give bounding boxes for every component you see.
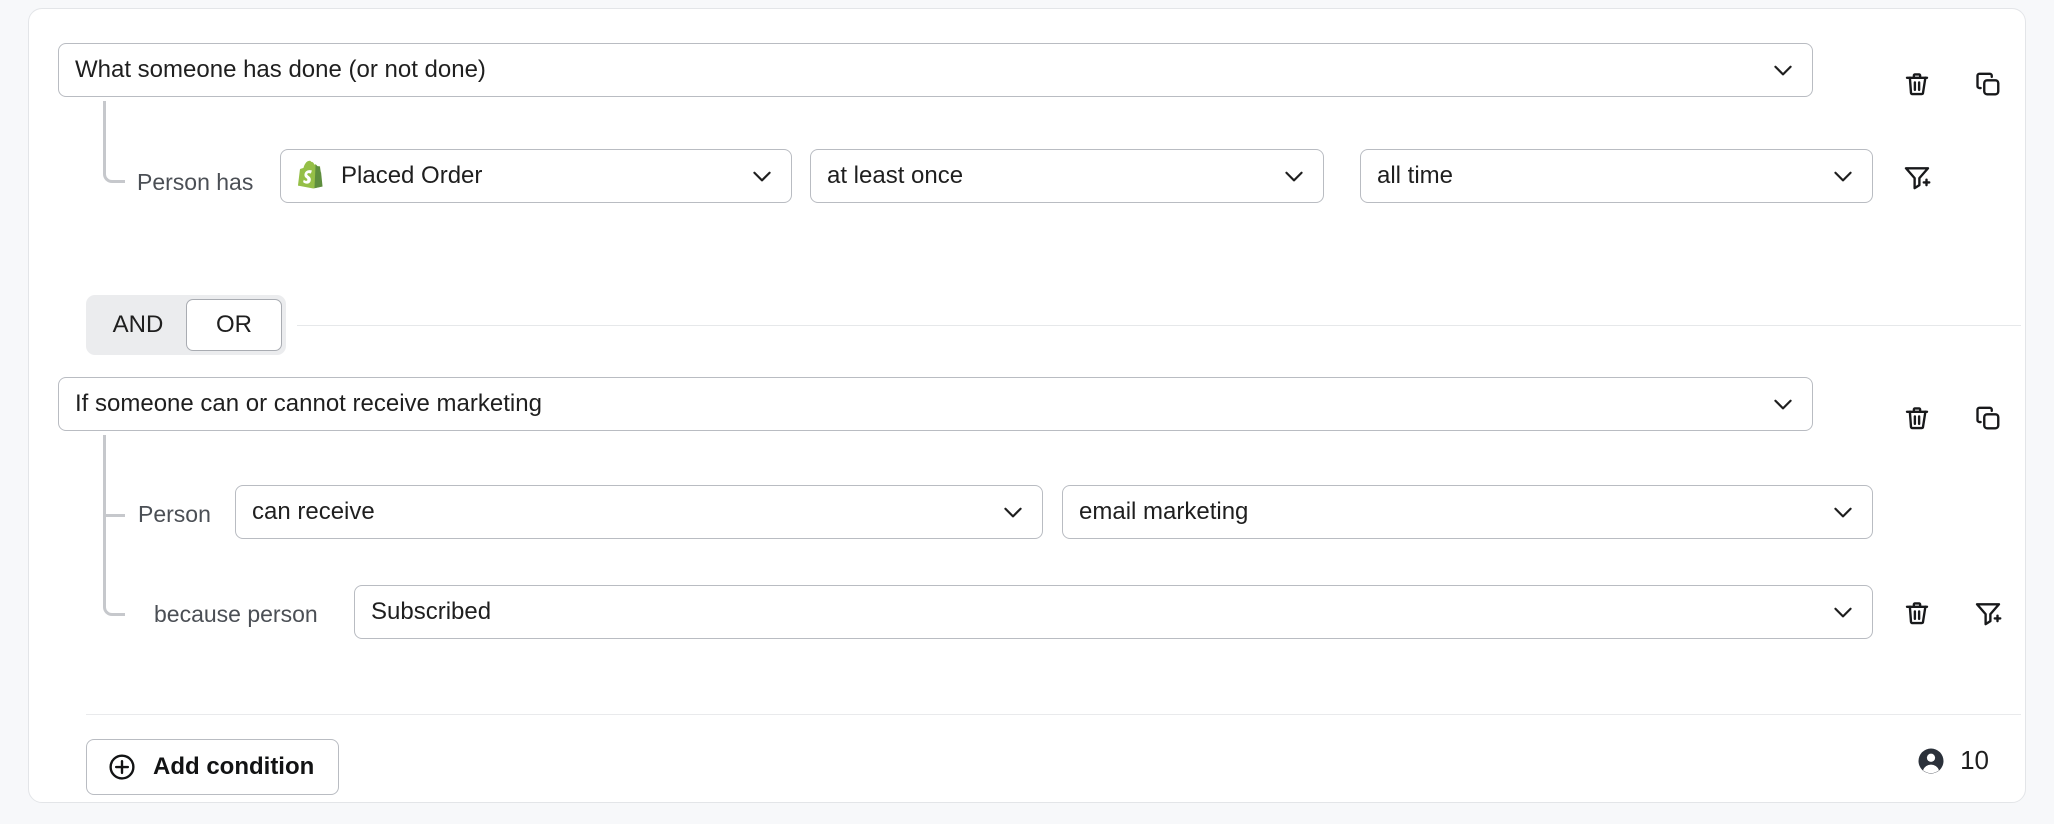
condition-1-delete-button[interactable] — [1895, 62, 1939, 106]
condition-builder-card: What someone has done (or not done) Pers… — [28, 8, 2026, 803]
consent-state-select-value: can receive — [252, 498, 986, 526]
person-icon — [1916, 746, 1946, 776]
logic-operator-divider — [297, 325, 2021, 326]
chevron-down-icon — [749, 163, 775, 189]
condition-1-type-value: What someone has done (or not done) — [75, 56, 1756, 84]
condition-1-row-1-label: Person has — [137, 169, 253, 196]
chevron-down-icon — [1770, 57, 1796, 83]
logic-operator-and[interactable]: AND — [90, 299, 186, 351]
condition-2-row-2-label: because person — [154, 601, 318, 628]
frequency-select[interactable]: at least once — [810, 149, 1324, 203]
frequency-select-value: at least once — [827, 162, 1267, 190]
chevron-down-icon — [1281, 163, 1307, 189]
consent-reason-select[interactable]: Subscribed — [354, 585, 1873, 639]
timeframe-select[interactable]: all time — [1360, 149, 1873, 203]
condition-2-row-2-delete-button[interactable] — [1895, 591, 1939, 635]
condition-2-delete-button[interactable] — [1895, 396, 1939, 440]
condition-1-duplicate-button[interactable] — [1966, 62, 2010, 106]
timeframe-select-value: all time — [1377, 162, 1816, 190]
chevron-down-icon — [1770, 391, 1796, 417]
profile-count: 10 — [1916, 745, 1989, 776]
metric-select[interactable]: Placed Order — [280, 149, 792, 203]
metric-select-value: Placed Order — [341, 162, 735, 190]
condition-2-type-value: If someone can or cannot receive marketi… — [75, 390, 1756, 418]
condition-2-row-1-tick — [103, 514, 125, 517]
condition-1-type-select[interactable]: What someone has done (or not done) — [58, 43, 1813, 97]
add-condition-label: Add condition — [153, 753, 314, 781]
condition-2-row-1-label: Person — [138, 501, 211, 528]
profile-count-value: 10 — [1960, 745, 1989, 776]
condition-2-add-filter-button[interactable] — [1966, 591, 2010, 635]
condition-2-connector — [103, 435, 125, 616]
add-condition-button[interactable]: Add condition — [86, 739, 339, 795]
chevron-down-icon — [1830, 163, 1856, 189]
channel-select-value: email marketing — [1079, 498, 1816, 526]
condition-1-connector — [103, 101, 125, 183]
logic-operator-or[interactable]: OR — [186, 299, 282, 351]
plus-circle-icon — [107, 752, 137, 782]
shopify-icon — [297, 160, 327, 192]
channel-select[interactable]: email marketing — [1062, 485, 1873, 539]
chevron-down-icon — [1830, 599, 1856, 625]
footer-divider — [86, 714, 2021, 715]
chevron-down-icon — [1000, 499, 1026, 525]
condition-1-add-filter-button[interactable] — [1895, 155, 1939, 199]
condition-2-duplicate-button[interactable] — [1966, 396, 2010, 440]
chevron-down-icon — [1830, 499, 1856, 525]
logic-operator-toggle[interactable]: AND OR — [86, 295, 286, 355]
consent-state-select[interactable]: can receive — [235, 485, 1043, 539]
condition-2-type-select[interactable]: If someone can or cannot receive marketi… — [58, 377, 1813, 431]
consent-reason-select-value: Subscribed — [371, 598, 1816, 626]
